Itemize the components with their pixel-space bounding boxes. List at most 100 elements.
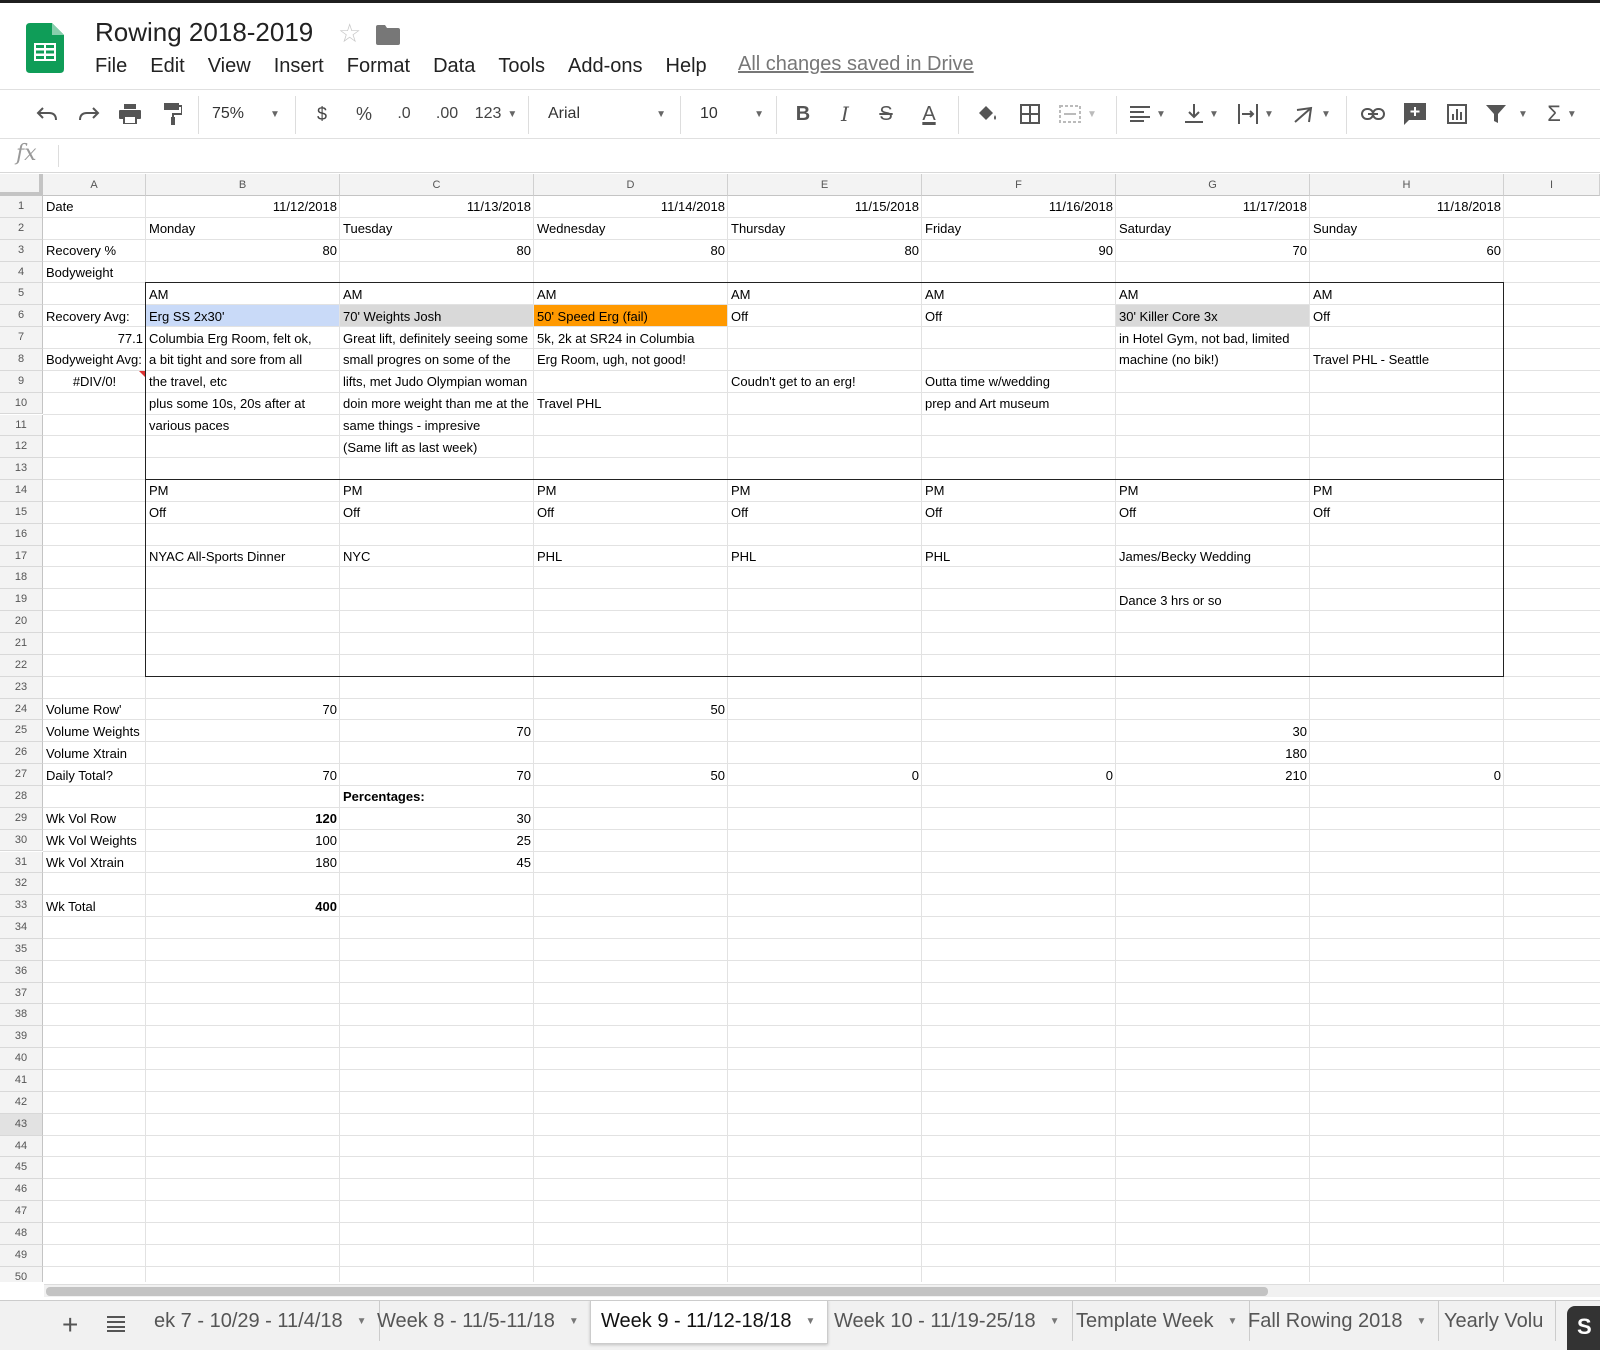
cell-b10[interactable]: plus some 10s, 20s after at [146, 393, 340, 415]
bold-button[interactable]: B [790, 90, 816, 138]
row-header-10[interactable]: 10 [0, 392, 43, 415]
column-header-f[interactable]: F [922, 174, 1116, 196]
cell-d10[interactable]: Travel PHL [534, 393, 728, 415]
cell-h5[interactable]: AM [1310, 283, 1504, 305]
cell-a1[interactable]: Date [43, 196, 146, 218]
cell-b2[interactable]: Monday [146, 218, 340, 240]
sheet-tab-5[interactable]: Template Week ▼ [1066, 1301, 1251, 1341]
cell-d2[interactable]: Wednesday [534, 218, 728, 240]
row-header-39[interactable]: 39 [0, 1026, 43, 1049]
menu-item-view[interactable]: View [208, 55, 251, 78]
cell-g15[interactable]: Off [1116, 502, 1310, 524]
cell-d27[interactable]: 50 [534, 764, 728, 786]
column-header-c[interactable]: C [340, 174, 534, 196]
sheet-tab-4[interactable]: Week 10 - 11/19-25/18 ▼ [824, 1301, 1073, 1341]
row-header-41[interactable]: 41 [0, 1070, 43, 1092]
menu-item-add-ons[interactable]: Add-ons [568, 55, 643, 78]
cell-g14[interactable]: PM [1116, 480, 1310, 502]
cell-f1[interactable]: 11/16/2018 [922, 196, 1116, 218]
row-header-46[interactable]: 46 [0, 1179, 43, 1202]
cell-e3[interactable]: 80 [728, 240, 922, 262]
cell-b30[interactable]: 100 [146, 830, 340, 852]
add-sheet-icon[interactable]: + [62, 1309, 78, 1341]
cell-e27[interactable]: 0 [728, 764, 922, 786]
sheet-tab-6[interactable]: Fall Rowing 2018 ▼ [1238, 1301, 1440, 1341]
cell-c5[interactable]: AM [340, 283, 534, 305]
row-header-24[interactable]: 24 [0, 698, 43, 721]
chevron-down-icon[interactable]: ▼ [1417, 1316, 1427, 1327]
italic-button[interactable]: I [832, 90, 858, 138]
cell-a6[interactable]: Recovery Avg: [43, 305, 146, 327]
row-header-1[interactable]: 1 [0, 196, 43, 218]
cell-b6[interactable]: Erg SS 2x30' [146, 305, 340, 327]
cell-g6[interactable]: 30' Killer Core 3x [1116, 305, 1310, 327]
document-title[interactable]: Rowing 2018-2019 [95, 17, 313, 48]
row-header-47[interactable]: 47 [0, 1201, 43, 1223]
cell-a8[interactable]: Bodyweight Avg: [43, 349, 146, 371]
cell-a30[interactable]: Wk Vol Weights [43, 830, 146, 852]
cell-d1[interactable]: 11/14/2018 [534, 196, 728, 218]
cell-b24[interactable]: 70 [146, 699, 340, 721]
menu-item-format[interactable]: Format [347, 55, 410, 78]
cell-a26[interactable]: Volume Xtrain [43, 742, 146, 764]
cell-g17[interactable]: James/Becky Wedding [1116, 546, 1310, 568]
text-wrapping-icon[interactable]: ▼ [1236, 90, 1276, 138]
row-header-22[interactable]: 22 [0, 654, 43, 677]
row-header-35[interactable]: 35 [0, 938, 43, 961]
cell-f10[interactable]: prep and Art museum [922, 393, 1116, 415]
cell-b33[interactable]: 400 [146, 895, 340, 917]
cell-c10[interactable]: doin more weight than me at the [340, 393, 534, 415]
cell-c27[interactable]: 70 [340, 764, 534, 786]
cell-c14[interactable]: PM [340, 480, 534, 502]
cell-c31[interactable]: 45 [340, 852, 534, 874]
row-header-21[interactable]: 21 [0, 633, 43, 655]
row-header-4[interactable]: 4 [0, 261, 43, 284]
scrollbar-thumb[interactable] [46, 1287, 1268, 1296]
cell-b17[interactable]: NYAC All-Sports Dinner [146, 546, 340, 568]
cell-g3[interactable]: 70 [1116, 240, 1310, 262]
sheet-tab-7[interactable]: Yearly Volu [1434, 1301, 1557, 1341]
cell-a25[interactable]: Volume Weights [43, 720, 146, 742]
borders-icon[interactable] [1015, 90, 1045, 138]
cell-e14[interactable]: PM [728, 480, 922, 502]
cell-e6[interactable]: Off [728, 305, 922, 327]
cell-a9[interactable]: #DIV/0! [43, 371, 146, 393]
cell-b9[interactable]: the travel, etc [146, 371, 340, 393]
cell-e1[interactable]: 11/15/2018 [728, 196, 922, 218]
cell-h2[interactable]: Sunday [1310, 218, 1504, 240]
row-header-37[interactable]: 37 [0, 982, 43, 1005]
cell-g5[interactable]: AM [1116, 283, 1310, 305]
menu-item-help[interactable]: Help [666, 55, 707, 78]
insert-comment-icon[interactable] [1400, 90, 1430, 138]
fill-color-icon[interactable] [972, 90, 1002, 138]
row-header-12[interactable]: 12 [0, 436, 43, 459]
formula-input[interactable] [66, 139, 1586, 172]
cell-h3[interactable]: 60 [1310, 240, 1504, 262]
cell-g19[interactable]: Dance 3 hrs or so [1116, 589, 1310, 611]
chevron-down-icon[interactable]: ▼ [569, 1316, 579, 1327]
row-header-27[interactable]: 27 [0, 764, 43, 786]
cell-a31[interactable]: Wk Vol Xtrain [43, 852, 146, 874]
cell-c29[interactable]: 30 [340, 808, 534, 830]
cell-b3[interactable]: 80 [146, 240, 340, 262]
row-header-36[interactable]: 36 [0, 960, 43, 983]
row-header-44[interactable]: 44 [0, 1135, 43, 1158]
row-header-23[interactable]: 23 [0, 676, 43, 699]
row-header-3[interactable]: 3 [0, 239, 43, 262]
row-header-32[interactable]: 32 [0, 873, 43, 896]
cell-b15[interactable]: Off [146, 502, 340, 524]
cell-a24[interactable]: Volume Row' [43, 699, 146, 721]
row-header-33[interactable]: 33 [0, 895, 43, 918]
row-header-16[interactable]: 16 [0, 523, 43, 546]
cell-g1[interactable]: 11/17/2018 [1116, 196, 1310, 218]
row-header-18[interactable]: 18 [0, 567, 43, 590]
sheet-tab-2[interactable]: Week 8 - 11/5-11/18 ▼ [367, 1301, 592, 1341]
cell-c2[interactable]: Tuesday [340, 218, 534, 240]
row-header-19[interactable]: 19 [0, 589, 43, 612]
horizontal-scrollbar[interactable] [44, 1284, 1600, 1297]
cell-h8[interactable]: Travel PHL - Seattle [1310, 349, 1504, 371]
cell-d6[interactable]: 50' Speed Erg (fail) [534, 305, 728, 327]
merge-cells-icon[interactable]: ▼ [1058, 90, 1098, 138]
explore-button[interactable]: S [1567, 1306, 1600, 1350]
menu-item-insert[interactable]: Insert [274, 55, 324, 78]
